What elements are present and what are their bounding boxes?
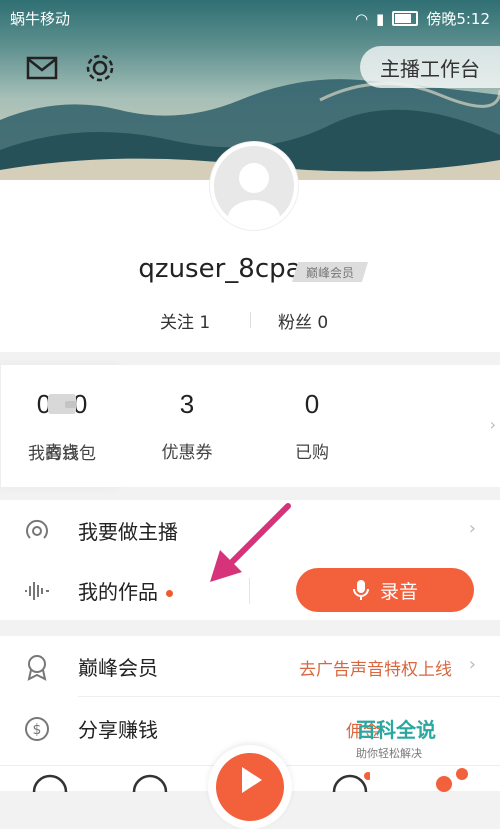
vip-label: 巅峰会员	[78, 656, 158, 680]
anchor-studio-button[interactable]: 主播工作台	[360, 46, 500, 88]
stats-card: 0.00 喜点 3 优惠券 0 已购 我的钱包 ›	[0, 365, 500, 487]
nav-listen-icon[interactable]	[130, 770, 170, 792]
vip-hint: 去广告声音特权上线	[299, 660, 452, 680]
my-works-label: 我的作品	[78, 576, 173, 605]
fans-number: 0	[317, 313, 329, 333]
svg-text:$: $	[33, 722, 42, 738]
vip-badge[interactable]: 巅峰会员	[292, 262, 368, 282]
dollar-icon: $	[25, 717, 49, 741]
watermark-subtitle: 助你轻松解决	[356, 747, 422, 760]
divider	[250, 312, 251, 328]
follow-number: 1	[199, 313, 211, 333]
chevron-right-icon: ›	[468, 518, 476, 539]
stat-value: 3	[179, 389, 195, 419]
play-button[interactable]	[208, 745, 292, 829]
fans-count[interactable]: 粉丝 0	[278, 308, 328, 333]
be-anchor-label: 我要做主播	[78, 520, 178, 544]
waveform-icon	[25, 582, 49, 600]
username: qzuser_8cpa	[138, 254, 302, 284]
battery-icon	[392, 11, 419, 26]
nav-home-icon[interactable]	[30, 770, 70, 792]
stat-label: 已购	[295, 443, 329, 463]
avatar[interactable]	[210, 142, 298, 230]
follow-label: 关注	[160, 313, 194, 333]
nav-discover-icon[interactable]	[330, 770, 370, 792]
vip-row[interactable]: 巅峰会员 去广告声音特权上线 ›	[0, 636, 500, 696]
chevron-right-icon: ›	[489, 415, 496, 434]
record-button[interactable]: 录音	[296, 568, 474, 612]
stat-label: 优惠券	[161, 443, 213, 463]
signal-icon: ▮	[376, 9, 385, 28]
chevron-right-icon: ›	[468, 654, 476, 675]
username-row: qzuser_8cpa	[0, 254, 500, 284]
divider	[78, 696, 500, 697]
notification-dot	[166, 590, 173, 597]
status-bar: 蜗牛移动 ◠ ▮ 傍晚5:12	[0, 0, 500, 34]
stat-value: 0	[304, 389, 320, 419]
share-earn-label: 分享赚钱	[78, 718, 158, 742]
record-label: 录音	[379, 580, 418, 603]
settings-gear-icon[interactable]	[82, 50, 118, 86]
annotation-arrow	[210, 503, 291, 582]
stat-purchased[interactable]: 0 已购	[257, 365, 367, 463]
vip-medal-icon	[27, 655, 47, 681]
watermark-title: 百科全说	[356, 718, 436, 742]
stat-coupons[interactable]: 3 优惠券	[132, 365, 242, 463]
follow-count[interactable]: 关注 1	[160, 308, 210, 333]
nav-me-icon[interactable]	[430, 766, 474, 792]
default-avatar-icon	[228, 163, 280, 226]
clock-label: 傍晚5:12	[426, 10, 490, 28]
carrier-label: 蜗牛移动	[10, 10, 71, 28]
watermark-logo: 百科全说 助你轻松解决	[356, 714, 496, 766]
mail-icon[interactable]	[24, 50, 60, 86]
broadcast-icon	[26, 519, 48, 539]
microphone-icon	[352, 580, 369, 600]
fans-label: 粉丝	[278, 313, 312, 333]
my-works-text: 我的作品	[78, 580, 158, 604]
wallet-label: 我的钱包	[28, 444, 96, 464]
play-icon	[242, 767, 262, 793]
wifi-icon: ◠	[354, 9, 369, 28]
wallet-icon	[48, 394, 76, 414]
